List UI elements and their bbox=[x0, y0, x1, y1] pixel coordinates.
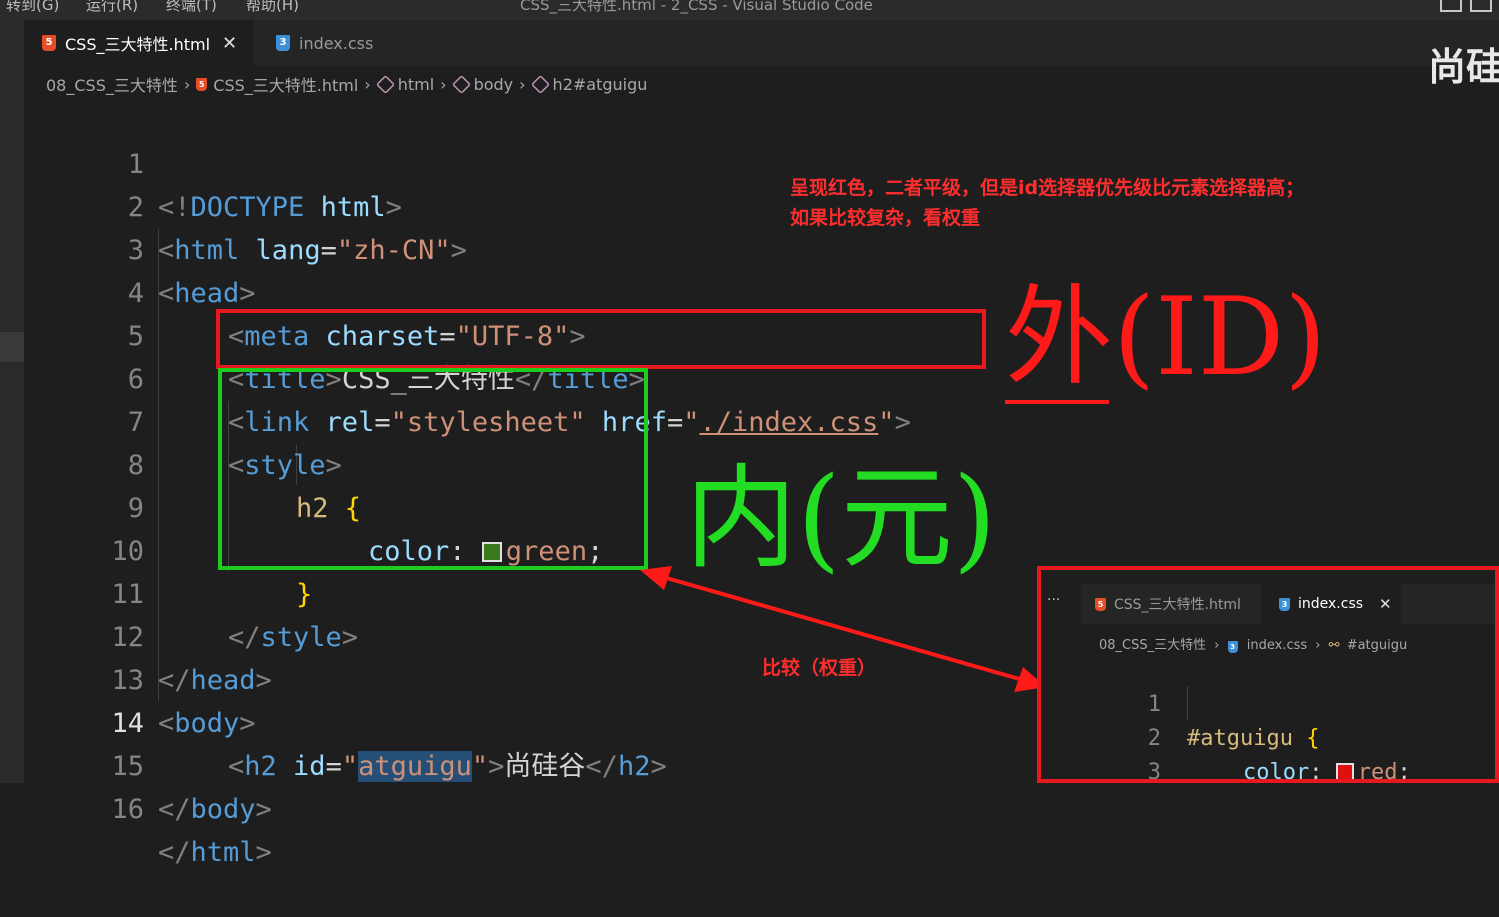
line-number: 3 bbox=[1147, 760, 1161, 783]
token: html bbox=[190, 837, 256, 868]
breadcrumb-selector[interactable]: #atguigu bbox=[1347, 638, 1408, 653]
token: color bbox=[1243, 760, 1310, 783]
token: > bbox=[255, 837, 272, 868]
selector-icon: ⚯ bbox=[1328, 638, 1340, 653]
close-icon[interactable]: ✕ bbox=[1379, 595, 1392, 613]
breadcrumb-file[interactable]: index.css bbox=[1247, 638, 1307, 653]
token: </ bbox=[158, 794, 191, 825]
css3-icon: 3 bbox=[1279, 597, 1290, 611]
html5-icon: 5 bbox=[1095, 597, 1106, 611]
code-line: 1 #atguigu { bbox=[1041, 654, 1495, 751]
tab-label: index.css bbox=[1298, 596, 1364, 612]
inset-index-css-editor: ··· 5 CSS_三大特性.html 3 index.css ✕ 08_CSS… bbox=[1037, 566, 1499, 783]
breadcrumb-folder[interactable]: 08_CSS_三大特性 bbox=[1099, 638, 1206, 653]
tab-index-css[interactable]: 3 index.css ✕ bbox=[1261, 584, 1401, 624]
color-swatch-red[interactable] bbox=[1335, 763, 1354, 779]
token: > bbox=[255, 794, 272, 825]
token: </ bbox=[158, 837, 191, 868]
code-line: 3 } bbox=[1041, 722, 1495, 779]
more-actions-icon[interactable]: ··· bbox=[1047, 592, 1060, 608]
tab-label: CSS_三大特性.html bbox=[1114, 597, 1241, 613]
token: ; bbox=[1397, 760, 1411, 783]
chevron-right-icon: › bbox=[1315, 638, 1321, 653]
inset-tab-bar: 5 CSS_三大特性.html 3 index.css ✕ bbox=[1081, 584, 1495, 624]
css3-icon: 3 bbox=[1227, 641, 1238, 653]
token: body bbox=[190, 794, 256, 825]
code-line: 2 color: red; bbox=[1041, 688, 1495, 779]
token: : bbox=[1309, 760, 1336, 783]
token: red bbox=[1357, 760, 1398, 783]
tab-css-sandatexing-html[interactable]: 5 CSS_三大特性.html bbox=[1081, 584, 1261, 624]
line-number: 16 bbox=[111, 794, 144, 825]
inset-breadcrumb: 08_CSS_三大特性 › 3 index.css › ⚯ #atguigu bbox=[1099, 634, 1407, 653]
chevron-right-icon: › bbox=[1214, 638, 1220, 653]
